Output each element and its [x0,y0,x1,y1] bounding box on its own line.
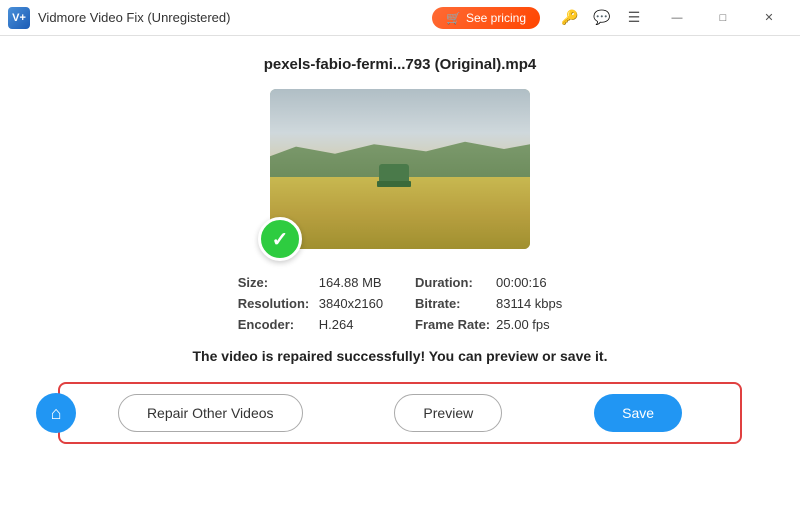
preview-button[interactable]: Preview [394,394,502,432]
video-container: ✓ [270,89,530,249]
encoder-value: H.264 [319,317,354,332]
encoder-label: Encoder: [238,317,313,332]
cart-icon: 🛒 [446,11,461,25]
titlebar-left: V+ Vidmore Video Fix (Unregistered) [8,7,230,29]
bitrate-value: 83114 kbps [496,296,562,311]
resolution-value: 3840x2160 [319,296,383,311]
app-logo: V+ [8,7,30,29]
close-button[interactable]: ✕ [746,0,792,36]
resolution-label: Resolution: [238,296,313,311]
size-value: 164.88 MB [319,275,382,290]
menu-icon-button[interactable]: ☰ [620,4,648,32]
video-info-grid: Size: 164.88 MB Duration: 00:00:16 Resol… [238,275,563,332]
save-button[interactable]: Save [594,394,682,432]
bitrate-label: Bitrate: [415,296,490,311]
info-row-duration: Duration: 00:00:16 [415,275,562,290]
video-filename: pexels-fabio-fermi...793 (Original).mp4 [264,56,537,73]
maximize-button[interactable]: □ [700,0,746,36]
info-row-framerate: Frame Rate: 25.00 fps [415,317,562,332]
key-icon-button[interactable]: 🔑 [556,4,584,32]
duration-label: Duration: [415,275,490,290]
framerate-value: 25.00 fps [496,317,550,332]
duration-value: 00:00:16 [496,275,547,290]
app-title: Vidmore Video Fix (Unregistered) [38,10,230,25]
info-row-encoder: Encoder: H.264 [238,317,385,332]
info-row-size: Size: 164.88 MB [238,275,385,290]
action-bar: Repair Other Videos Preview Save [58,382,742,444]
video-thumbnail [270,89,530,249]
framerate-label: Frame Rate: [415,317,490,332]
scene-vehicle [379,164,409,182]
home-button[interactable]: ⌂ [36,393,76,433]
repair-other-button[interactable]: Repair Other Videos [118,394,303,432]
titlebar-icons: 🔑 💬 ☰ [556,4,648,32]
window-controls: — □ ✕ [654,0,792,36]
pricing-button[interactable]: 🛒 See pricing [432,7,540,29]
minimize-button[interactable]: — [654,0,700,36]
main-content: pexels-fabio-fermi...793 (Original).mp4 … [0,36,800,516]
info-row-bitrate: Bitrate: 83114 kbps [415,296,562,311]
titlebar-right: 🛒 See pricing 🔑 💬 ☰ — □ ✕ [432,0,792,36]
titlebar: V+ Vidmore Video Fix (Unregistered) 🛒 Se… [0,0,800,36]
info-row-resolution: Resolution: 3840x2160 [238,296,385,311]
action-bar-wrapper: ⌂ Repair Other Videos Preview Save [58,382,742,444]
size-label: Size: [238,275,313,290]
success-badge: ✓ [258,217,302,261]
scene-field [270,177,530,249]
home-icon: ⌂ [51,403,62,424]
success-message: The video is repaired successfully! You … [193,348,608,364]
chat-icon-button[interactable]: 💬 [588,4,616,32]
